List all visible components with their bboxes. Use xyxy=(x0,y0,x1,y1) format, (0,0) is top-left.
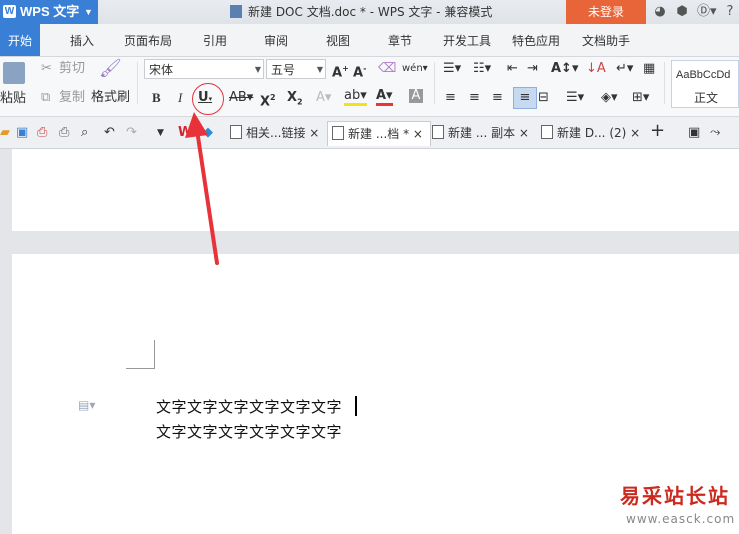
margin-corner-mark xyxy=(126,340,155,369)
chevron-down-icon: ▼ xyxy=(84,7,93,17)
divider xyxy=(434,62,435,104)
text-direction-icon[interactable]: A↕▾ xyxy=(551,60,578,78)
chevron-down-icon: ▼ xyxy=(254,65,261,74)
save-icon[interactable]: ▣ xyxy=(16,124,28,142)
align-center-icon[interactable]: ≡ xyxy=(469,89,480,107)
customize-toolbar-icon[interactable]: ▼ xyxy=(157,124,164,142)
increase-indent-icon[interactable]: ⇥ xyxy=(527,60,538,78)
paste-icon[interactable] xyxy=(3,62,25,84)
watermark-logo: 易采站长站 xyxy=(620,484,730,508)
tab-features[interactable]: 特色应用 xyxy=(512,24,560,56)
font-name-select[interactable]: 宋体 ▼ xyxy=(144,59,264,79)
text-cursor xyxy=(355,396,357,416)
help-menu-icon[interactable]: Ⓓ▾ xyxy=(697,4,717,20)
print-preview-icon[interactable]: ⌕ xyxy=(81,124,88,142)
highlight-color-icon[interactable]: ab▾ xyxy=(344,89,367,106)
document-text-line[interactable]: 文字文字文字文字文字文字 xyxy=(156,421,342,442)
tab-chapter[interactable]: 章节 xyxy=(388,24,412,56)
close-icon[interactable]: × xyxy=(519,126,529,140)
char-shading-icon[interactable]: A xyxy=(409,89,423,103)
text-effect-icon[interactable]: A▾ xyxy=(316,89,331,107)
distribute-icon[interactable]: ⊟ xyxy=(538,89,549,107)
clear-format-icon[interactable]: ⌫ xyxy=(378,60,396,78)
annotation-arrow xyxy=(185,112,219,265)
undo-icon[interactable]: ↶ xyxy=(104,124,115,142)
tab-page-layout[interactable]: 页面布局 xyxy=(124,24,172,56)
bullet-list-icon[interactable]: ☰▾ xyxy=(443,60,461,78)
document-page xyxy=(12,149,739,231)
document-icon xyxy=(432,125,444,139)
scissors-icon[interactable]: ✂ xyxy=(41,60,52,78)
wps-logo-icon: W xyxy=(3,5,16,18)
border-icon[interactable]: ⊞▾ xyxy=(632,89,649,107)
font-color-icon[interactable]: A▾ xyxy=(376,89,393,106)
bold-button[interactable]: B xyxy=(152,89,161,107)
slideshow-icon[interactable]: ▣ xyxy=(688,124,700,142)
divider xyxy=(137,62,138,104)
table-icon[interactable]: ▦ xyxy=(643,60,655,78)
style-name: 正文 xyxy=(694,91,719,105)
style-sample: AaBbCcDd xyxy=(676,69,731,81)
italic-button[interactable]: I xyxy=(178,89,182,107)
tab-developer[interactable]: 开发工具 xyxy=(443,24,491,56)
open-icon[interactable]: ▰ xyxy=(0,124,10,142)
numbered-list-icon[interactable]: ☷▾ xyxy=(473,60,491,78)
tab-references[interactable]: 引用 xyxy=(203,24,227,56)
share-icon[interactable]: ⤳ xyxy=(710,124,720,142)
export-pdf-icon[interactable]: ⎙ xyxy=(37,124,47,142)
new-tab-icon[interactable]: + xyxy=(650,122,665,140)
justify-icon[interactable]: ≡ xyxy=(513,87,537,109)
copy-button[interactable]: 复制 xyxy=(59,89,85,107)
window-title: 新建 DOC 文档.doc * - WPS 文字 - 兼容模式 xyxy=(230,0,492,24)
divider xyxy=(664,62,665,104)
redo-icon[interactable]: ↷ xyxy=(126,124,137,142)
shrink-font-icon[interactable]: A- xyxy=(353,60,366,82)
style-gallery-normal[interactable]: AaBbCcDd 正文 xyxy=(671,60,739,108)
doc-tab[interactable]: 相关...链接 × xyxy=(230,121,319,145)
document-icon xyxy=(541,125,553,139)
watermark-url: www.easck.com xyxy=(626,512,736,526)
tab-review[interactable]: 审阅 xyxy=(264,24,288,56)
app-name: WPS 文字 xyxy=(20,4,80,19)
login-button[interactable]: 未登录 xyxy=(566,0,646,24)
doc-tab[interactable]: 新建 D... (2) × xyxy=(541,121,640,145)
help-icon[interactable]: ? xyxy=(722,4,738,20)
document-text-line[interactable]: 文字文字文字文字文字文字 xyxy=(156,396,342,417)
close-icon[interactable]: × xyxy=(413,127,423,141)
close-icon[interactable]: × xyxy=(309,126,319,140)
decrease-indent-icon[interactable]: ⇤ xyxy=(507,60,518,78)
superscript-button[interactable]: X2 xyxy=(260,89,276,111)
paragraph-layout-icon[interactable]: ▤▾ xyxy=(78,398,95,412)
sort-icon[interactable]: ↓A xyxy=(586,60,606,78)
print-icon[interactable]: ⎙ xyxy=(59,124,69,142)
doc-tab-active[interactable]: 新建 ...档 * × xyxy=(327,121,431,146)
skin-icon[interactable]: ◕ xyxy=(652,4,668,20)
phonetic-guide-icon[interactable]: wén▾ xyxy=(402,60,428,78)
format-painter-button[interactable]: 格式刷 xyxy=(91,89,130,107)
settings-icon[interactable]: ⬢ xyxy=(674,4,690,20)
brush-icon[interactable]: 🖌 xyxy=(99,60,122,82)
app-menu-button[interactable]: W WPS 文字 ▼ xyxy=(0,0,98,24)
strikethrough-button[interactable]: AB▾ xyxy=(229,89,253,107)
cut-button[interactable]: 剪切 xyxy=(59,60,85,78)
tab-view[interactable]: 视图 xyxy=(326,24,350,56)
subscript-button[interactable]: X2 xyxy=(287,89,303,112)
tab-doc-assistant[interactable]: 文档助手 xyxy=(582,24,630,56)
document-icon xyxy=(230,5,242,18)
document-icon xyxy=(332,126,344,140)
align-left-icon[interactable]: ≡ xyxy=(445,89,456,107)
doc-tab[interactable]: 新建 ... 副本 × xyxy=(432,121,529,145)
close-icon[interactable]: × xyxy=(630,126,640,140)
tab-home[interactable]: 开始 xyxy=(0,24,41,56)
font-size-select[interactable]: 五号 ▼ xyxy=(266,59,326,79)
copy-icon[interactable]: ⧉ xyxy=(41,89,50,107)
shading-icon[interactable]: ◈▾ xyxy=(601,89,618,107)
paste-button[interactable]: 粘贴 xyxy=(0,90,26,108)
tab-insert[interactable]: 插入 xyxy=(70,24,94,56)
show-marks-icon[interactable]: ↵▾ xyxy=(616,60,633,78)
line-spacing-icon[interactable]: ☰▾ xyxy=(566,89,584,107)
grow-font-icon[interactable]: A+ xyxy=(332,60,349,82)
align-right-icon[interactable]: ≡ xyxy=(492,89,503,107)
chevron-down-icon: ▼ xyxy=(316,65,323,74)
